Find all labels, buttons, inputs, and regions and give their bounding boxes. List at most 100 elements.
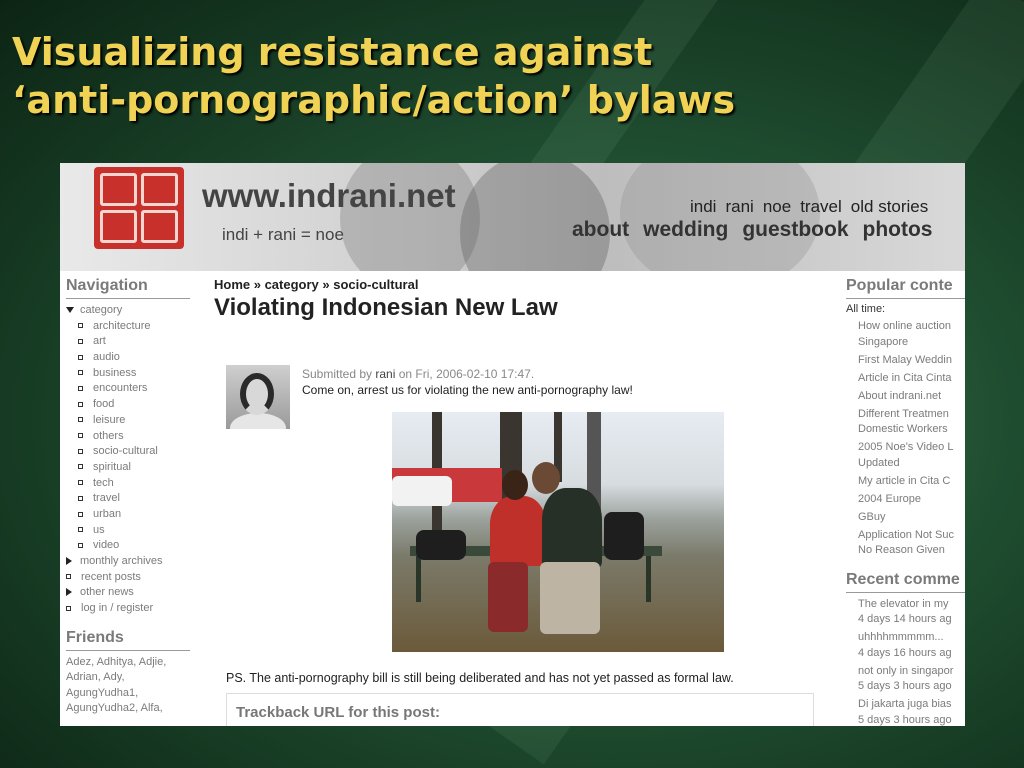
nav-item-login[interactable]: log in / register (66, 601, 190, 617)
popular-item[interactable]: 2005 Noe's Video L Updated (846, 440, 965, 471)
nav-item-category[interactable]: category (66, 303, 190, 319)
item-line: My article in Cita C (858, 474, 951, 487)
nav-item-video[interactable]: video (66, 538, 190, 554)
popular-item[interactable]: 2004 Europe (846, 492, 965, 508)
item-line: 5 days 3 hours ago (858, 680, 952, 692)
main-link-about[interactable]: about (572, 218, 629, 242)
nav-item-label: food (93, 398, 115, 411)
nav-item-audio[interactable]: audio (66, 350, 190, 366)
site-name[interactable]: www.indrani.net (202, 177, 456, 215)
site-tagline: indi + rani = noe (222, 225, 344, 244)
nav-item-food[interactable]: food (66, 397, 190, 413)
nav-item-label: audio (93, 351, 120, 364)
popular-item[interactable]: GBuy (846, 510, 965, 526)
top-link-rani[interactable]: rani (725, 197, 753, 217)
popular-item[interactable]: About indrani.net (846, 389, 965, 405)
nav-item-label: urban (93, 507, 122, 520)
recent-comment-item[interactable]: Di jakarta juga bias 5 days 3 hours ago (846, 697, 965, 726)
nav-item-socio-cultural[interactable]: socio-cultural (66, 444, 190, 460)
header-photo-face (460, 163, 610, 271)
main-content: Home » category » socio-cultural Violati… (214, 277, 814, 726)
slide-title: Visualizing resistance against ‘anti-por… (12, 28, 735, 124)
item-line: How online auction (858, 320, 951, 332)
popular-item[interactable]: Application Not Suc No Reason Given (846, 528, 965, 559)
nav-item-other-news[interactable]: other news (66, 585, 190, 601)
nav-item-architecture[interactable]: architecture (66, 319, 190, 335)
logo-seal[interactable] (94, 167, 184, 249)
photo-bench-leg (646, 556, 651, 602)
recent-comment-item[interactable]: uhhhhmmmmm... 4 days 16 hours ag (846, 630, 965, 661)
nav-item-encounters[interactable]: encounters (66, 381, 190, 397)
nav-item-art[interactable]: art (66, 334, 190, 350)
bullet-icon (78, 495, 83, 501)
bullet-icon (78, 323, 83, 329)
nav-item-label: recent posts (81, 570, 141, 583)
item-line: Domestic Workers (858, 423, 948, 435)
breadcrumb[interactable]: Home » category » socio-cultural (214, 277, 814, 292)
popular-item[interactable]: How online auction Singapore (846, 319, 965, 350)
photo-head (532, 462, 560, 494)
item-line: Singapore (858, 335, 909, 348)
nav-item-label: other news (80, 586, 134, 599)
nav-item-business[interactable]: business (66, 366, 190, 382)
trackback-box: Trackback URL for this post: (226, 693, 814, 726)
left-sidebar: Navigation category architecture art aud… (66, 277, 190, 717)
bullet-icon (78, 417, 83, 423)
top-link-noe[interactable]: noe (763, 197, 791, 217)
bullet-icon (66, 605, 71, 611)
post-photo[interactable] (392, 412, 724, 652)
photo-person-man (542, 488, 602, 568)
nav-item-monthly-archives[interactable]: monthly archives (66, 554, 190, 570)
author-avatar[interactable] (226, 365, 290, 429)
nav-item-label: tech (93, 476, 114, 489)
top-link-indi[interactable]: indi (690, 197, 716, 217)
nav-item-tech[interactable]: tech (66, 476, 190, 492)
main-link-guestbook[interactable]: guestbook (742, 218, 848, 242)
popular-item[interactable]: First Malay Weddin (846, 353, 965, 369)
nav-item-leisure[interactable]: leisure (66, 413, 190, 429)
item-line: Application Not Suc (858, 528, 954, 541)
item-line: 2004 Europe (858, 492, 921, 505)
nav-item-label: video (93, 539, 120, 552)
nav-item-travel[interactable]: travel (66, 491, 190, 507)
bullet-icon (78, 448, 83, 454)
main-link-photos[interactable]: photos (863, 218, 933, 242)
photo-head (502, 470, 528, 500)
bullet-icon (78, 338, 83, 344)
item-line: Di jakarta juga bias (858, 698, 952, 710)
top-link-old-stories[interactable]: old stories (851, 197, 928, 217)
popular-item[interactable]: Article in Cita Cinta (846, 371, 965, 387)
photo-person-man-legs (540, 562, 600, 634)
nav-item-us[interactable]: us (66, 523, 190, 539)
item-line: GBuy (858, 510, 886, 523)
website-screenshot: www.indrani.net indi + rani = noe indi r… (60, 163, 965, 726)
top-link-travel[interactable]: travel (800, 197, 842, 217)
item-line: 4 days 16 hours ag (858, 646, 952, 659)
site-header: www.indrani.net indi + rani = noe indi r… (60, 163, 965, 271)
friends-list[interactable]: Adez, Adhitya, Adjie, Adrian, Ady, Agung… (66, 655, 190, 717)
nav-item-label: socio-cultural (93, 445, 158, 458)
item-line: The elevator in my (858, 597, 949, 610)
post-title[interactable]: Violating Indonesian New Law (214, 294, 814, 322)
main-link-wedding[interactable]: wedding (643, 218, 728, 242)
item-line: Article in Cita Cinta (858, 371, 952, 384)
bullet-icon (78, 527, 83, 533)
nav-item-label: spiritual (93, 460, 131, 473)
recent-comment-item[interactable]: not only in singapor 5 days 3 hours ago (846, 664, 965, 695)
photo-bag (416, 530, 466, 560)
item-line: Different Treatmen (858, 407, 949, 420)
photo-person-woman-legs (488, 562, 528, 632)
bullet-icon (78, 386, 83, 392)
popular-item[interactable]: My article in Cita C (846, 474, 965, 490)
recent-comments-block: Recent comme The elevator in my 4 days 14… (846, 571, 965, 727)
main-links: about wedding guestbook photos (572, 218, 932, 242)
recent-comment-item[interactable]: The elevator in my 4 days 14 hours ag (846, 597, 965, 628)
nav-item-others[interactable]: others (66, 429, 190, 445)
nav-item-urban[interactable]: urban (66, 507, 190, 523)
item-line: 5 days 3 hours ago (858, 713, 952, 726)
nav-item-recent-posts[interactable]: recent posts (66, 570, 190, 586)
nav-item-spiritual[interactable]: spiritual (66, 460, 190, 476)
author-link[interactable]: rani (375, 367, 395, 381)
popular-item[interactable]: Different Treatmen Domestic Workers (846, 407, 965, 438)
nav-item-label: business (93, 366, 137, 379)
